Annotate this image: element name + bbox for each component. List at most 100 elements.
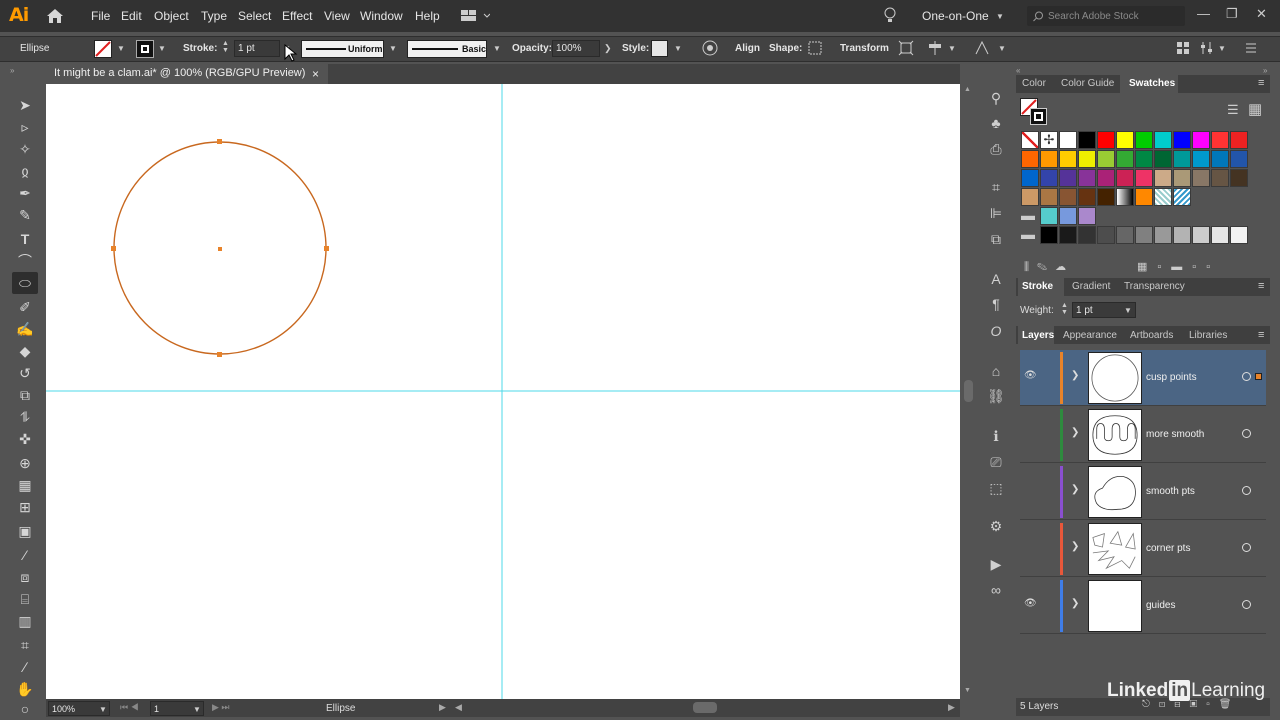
vertical-scroll-thumb[interactable] — [964, 380, 973, 402]
swatch[interactable] — [1078, 131, 1096, 149]
swatch[interactable] — [1116, 188, 1134, 206]
layer-name[interactable]: cusp points — [1146, 372, 1197, 383]
align-to-chevron-icon[interactable]: ▼ — [948, 44, 956, 53]
weight-chevron-icon[interactable]: ▼ — [1124, 306, 1132, 315]
menu-window[interactable]: Window — [360, 9, 403, 23]
swatch[interactable] — [1059, 169, 1077, 187]
direct-selection-tool-icon[interactable]: ▹ — [12, 116, 38, 138]
layer-row[interactable]: ❯ corner pts — [1020, 521, 1266, 577]
expand-arrow-icon[interactable]: ❯ — [1071, 427, 1079, 438]
tab-transparency[interactable]: Transparency — [1124, 281, 1185, 292]
layer-row[interactable]: 👁 ❯ guides — [1020, 578, 1266, 634]
fill-chevron-icon[interactable]: ▼ — [117, 44, 125, 53]
swatch[interactable] — [1097, 131, 1115, 149]
swatch[interactable] — [1040, 150, 1058, 168]
menu-object[interactable]: Object — [154, 9, 189, 23]
minimize-icon[interactable]: — — [1197, 6, 1210, 21]
document-tab[interactable]: It might be a clam.ai* @ 100% (RGB/GPU P… — [46, 64, 328, 84]
blend-tool-icon[interactable]: ⧈ — [12, 566, 38, 588]
menu-help[interactable]: Help — [415, 9, 440, 23]
swatch[interactable] — [1173, 169, 1191, 187]
align-button[interactable]: Align — [735, 43, 760, 54]
eyedropper-tool-icon[interactable]: ⁄ — [12, 544, 38, 566]
swatch[interactable] — [1059, 150, 1077, 168]
anchor-point-left[interactable] — [111, 246, 116, 251]
swatch[interactable] — [1078, 150, 1096, 168]
layer-name[interactable]: corner pts — [1146, 543, 1190, 554]
swatch[interactable] — [1078, 207, 1096, 225]
tab-libraries[interactable]: Libraries — [1189, 330, 1227, 341]
opacity-input[interactable]: 100% — [552, 40, 600, 57]
navigator-icon[interactable]: ⬚ — [980, 476, 1012, 500]
mesh-tool-icon[interactable]: ⊞ — [12, 496, 38, 518]
swatch[interactable] — [1078, 169, 1096, 187]
scroll-right-icon[interactable]: ▶ — [948, 702, 955, 713]
swatch[interactable] — [1059, 188, 1077, 206]
slice-tool-icon[interactable]: ∕ — [12, 656, 38, 678]
swatch[interactable] — [1097, 169, 1115, 187]
swatch[interactable] — [1192, 150, 1210, 168]
menu-file[interactable]: File — [91, 9, 110, 23]
weight-stepper[interactable]: ▲ ▼ — [1061, 302, 1068, 316]
swatch[interactable] — [1021, 188, 1039, 206]
swatch[interactable] — [1135, 169, 1153, 187]
eraser-tool-icon[interactable]: ◆ — [12, 340, 38, 362]
control-menu-icon[interactable] — [1244, 41, 1258, 55]
swatch[interactable] — [1154, 150, 1172, 168]
swatch[interactable] — [1116, 169, 1134, 187]
swatch[interactable] — [1097, 150, 1115, 168]
links-icon[interactable]: ⛓ — [980, 384, 1012, 408]
fill-none-swatch[interactable] — [94, 40, 112, 58]
swatch[interactable] — [1211, 226, 1229, 244]
variable-width-profile[interactable]: Uniform — [301, 40, 384, 58]
expand-arrow-icon[interactable]: ❯ — [1071, 598, 1079, 609]
swatch[interactable] — [1154, 226, 1172, 244]
status-menu-icon[interactable]: ▶ — [439, 702, 446, 713]
tab-swatches[interactable]: Swatches — [1129, 78, 1175, 89]
stroke-stepper[interactable]: ▲ ▼ — [222, 40, 229, 54]
stroke-chevron-icon[interactable]: ▼ — [158, 44, 166, 53]
swatch[interactable] — [1040, 188, 1058, 206]
opacity-arrow-icon[interactable]: ❯ — [604, 43, 612, 54]
swatch[interactable] — [1116, 150, 1134, 168]
swatch[interactable] — [1078, 226, 1096, 244]
swatch[interactable] — [1230, 169, 1248, 187]
document-info-icon[interactable]: ⎚ — [980, 450, 1012, 474]
asset-export-icon[interactable]: ⎙ — [980, 137, 1012, 161]
swatch[interactable] — [1211, 150, 1229, 168]
align-to-icon[interactable] — [927, 40, 943, 56]
menu-view[interactable]: View — [324, 9, 350, 23]
zoom-tool-icon[interactable]: ○ — [12, 698, 38, 720]
scroll-down-icon[interactable]: ▼ — [964, 687, 971, 694]
visibility-eye-icon[interactable]: 👁 — [1024, 598, 1037, 609]
anchor-point-bottom[interactable] — [217, 352, 222, 357]
visibility-eye-icon[interactable]: 👁 — [1024, 370, 1037, 381]
puppet-icon[interactable]: ⚲ — [980, 86, 1012, 110]
swatch[interactable] — [1021, 150, 1039, 168]
anchor-point-top[interactable] — [217, 139, 222, 144]
swatch[interactable] — [1230, 226, 1248, 244]
column-graph-tool-icon[interactable]: ▥ — [12, 610, 38, 632]
artboard-nav-next-icon[interactable]: ▶ ⏭ — [212, 702, 230, 713]
selection-tool-icon[interactable]: ➤ — [12, 94, 38, 116]
info-icon[interactable]: ℹ — [980, 424, 1012, 448]
swatch[interactable] — [1230, 150, 1248, 168]
swatch[interactable] — [1116, 226, 1134, 244]
character-icon[interactable]: A — [980, 267, 1012, 291]
collapse-tools-icon[interactable]: » — [10, 66, 14, 75]
tab-layers[interactable]: Layers — [1022, 330, 1054, 341]
tab-stroke[interactable]: Stroke — [1022, 281, 1053, 292]
actions-play-icon[interactable]: ▶ — [980, 552, 1012, 576]
distribute-icon[interactable] — [974, 40, 990, 56]
shape-properties-icon[interactable] — [807, 40, 823, 56]
search-stock-input[interactable]: Search Adobe Stock — [1027, 6, 1185, 26]
swatch[interactable] — [1135, 131, 1153, 149]
width-tool-icon[interactable]: ⥮ — [12, 406, 38, 428]
vertical-scrollbar[interactable]: ▲ ▼ — [961, 84, 975, 699]
target-circle-icon[interactable] — [1242, 543, 1251, 552]
expand-arrow-icon[interactable]: ❯ — [1071, 541, 1079, 552]
rotate-tool-icon[interactable]: ↺ — [12, 362, 38, 384]
swatch[interactable] — [1173, 226, 1191, 244]
swatch[interactable] — [1059, 226, 1077, 244]
line-segment-tool-icon[interactable]: ⌒ — [12, 250, 38, 272]
